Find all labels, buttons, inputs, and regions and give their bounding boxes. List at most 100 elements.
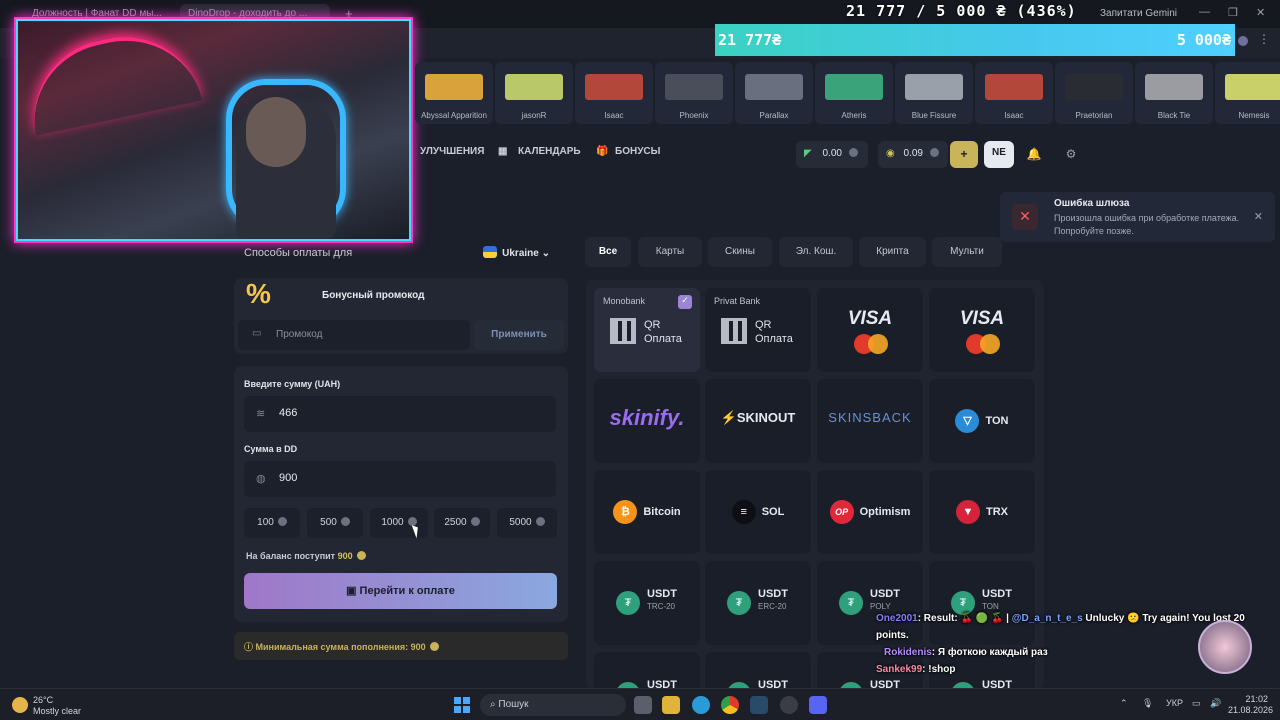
method-usdt-more[interactable]: ₮USDT	[705, 652, 811, 690]
visa-logo: VISA	[959, 308, 1005, 329]
bell-icon[interactable]: 🔔	[1020, 141, 1048, 168]
method-usdt-erc20[interactable]: ₮ USDT ERC-20	[705, 561, 811, 645]
method-ton[interactable]: ▽ TON	[929, 379, 1035, 463]
profile-button[interactable]: NE	[984, 141, 1014, 168]
menu-icon[interactable]: ⋮	[1258, 32, 1270, 46]
filter-tab-multi[interactable]: Мульти	[932, 237, 1002, 267]
bolt-icon: ⚡	[720, 410, 737, 425]
drop-skin-card[interactable]: jasonR	[495, 62, 573, 124]
task-view-icon[interactable]	[634, 696, 652, 714]
apply-promo-button[interactable]: Применить	[474, 320, 564, 350]
taskbar-clock[interactable]: 21:02 21.08.2026	[1228, 694, 1273, 716]
taskbar-search[interactable]: ⌕ Пошук	[480, 694, 626, 716]
gift-icon[interactable]: 🎁	[596, 146, 608, 157]
calendar-icon[interactable]: ▦	[498, 146, 507, 157]
error-icon: ✕	[1012, 204, 1038, 230]
minimize-icon[interactable]: —	[1199, 6, 1210, 18]
close-icon[interactable]: ✕	[1256, 6, 1265, 19]
amount-input[interactable]: ≋ 466	[244, 396, 556, 432]
wallet-icon: ▣	[346, 585, 357, 597]
method-usdt-more[interactable]: ₮USDT	[594, 652, 700, 690]
balance-bonus[interactable]: ◉ 0.09	[878, 141, 948, 168]
skin-name: Isaac	[1004, 111, 1024, 120]
weapon-skin-image	[505, 74, 563, 100]
nav-bonuses[interactable]: БОНУСЫ	[615, 146, 660, 157]
coin-icon	[535, 517, 545, 526]
method-usdt-trc20[interactable]: ₮ USDT TRC-20	[594, 561, 700, 645]
drop-skin-card[interactable]: Abyssal Apparition	[415, 62, 493, 124]
skin-name: jasonR	[521, 111, 547, 120]
steam-icon[interactable]	[750, 696, 768, 714]
skin-name: Isaac	[604, 111, 624, 120]
volume-icon[interactable]: 🔊	[1210, 698, 1221, 709]
pay-button[interactable]: ▣ Перейти к оплате	[244, 573, 557, 609]
skin-name: Parallax	[759, 111, 789, 120]
filter-tab-ewallets[interactable]: Эл. Кош.	[779, 237, 853, 267]
method-visa-mastercard[interactable]: VISA	[817, 288, 923, 372]
country-select[interactable]: Ukraine ⌄	[483, 246, 550, 259]
donation-progress-bar: 21 777₴ 5 000₴	[715, 24, 1235, 56]
drop-skin-card[interactable]: Atheris	[815, 62, 893, 124]
coin-icon: ◤	[804, 148, 812, 159]
add-balance-button[interactable]: +	[950, 141, 978, 168]
search-icon: ⌕	[490, 699, 496, 710]
profile-avatar[interactable]	[1238, 36, 1248, 46]
filter-tab-crypto[interactable]: Крипта	[859, 237, 926, 267]
drop-skin-card[interactable]: Blue Fissure	[895, 62, 973, 124]
drop-skin-card[interactable]: Isaac	[575, 62, 653, 124]
nav-upgrades[interactable]: УЛУЧШЕНИЯ	[420, 146, 484, 157]
filter-tab-all[interactable]: Все	[585, 237, 631, 267]
promo-input[interactable]: ▭ Промокод	[238, 320, 470, 350]
preset-chip[interactable]: 2500	[434, 508, 490, 538]
preset-chip[interactable]: 500	[307, 508, 363, 538]
filter-tab-skins[interactable]: Скины	[708, 237, 772, 267]
filter-tab-cards[interactable]: Карты	[638, 237, 702, 267]
method-skinout[interactable]: ⚡SKINOUT	[705, 379, 811, 463]
error-toast: ✕ Ошибка шлюза Произошла ошибка при обра…	[1000, 192, 1275, 242]
method-sol[interactable]: ≡ SOL	[705, 470, 811, 554]
drop-skin-card[interactable]: Phoenix	[655, 62, 733, 124]
method-trx[interactable]: ▼ TRX	[929, 470, 1035, 554]
skin-name: Atheris	[841, 111, 867, 120]
balance-coins[interactable]: ◤ 0.00	[796, 141, 868, 168]
language-indicator[interactable]: УКР	[1166, 698, 1183, 708]
toast-close-icon[interactable]: ✕	[1254, 210, 1263, 223]
donation-collected: 21 777₴	[718, 31, 782, 49]
drop-skin-card[interactable]: Parallax	[735, 62, 813, 124]
drop-skin-card[interactable]: Nemesis	[1215, 62, 1280, 124]
preset-chip[interactable]: 100	[244, 508, 300, 538]
gemini-button[interactable]: Запитати Gemini	[1100, 8, 1177, 19]
drop-skin-card[interactable]: Isaac	[975, 62, 1053, 124]
donation-goal-text: 21 777 / 5 000 ₴ (436%)	[846, 2, 1077, 20]
microphone-icon[interactable]: 🎙	[1142, 698, 1153, 709]
gear-icon[interactable]: ⚙	[1057, 141, 1085, 168]
money-icon: ≋	[256, 408, 266, 420]
obs-icon[interactable]	[780, 696, 798, 714]
method-skinify[interactable]: skinify.	[594, 379, 700, 463]
method-monobank[interactable]: Monobank ✓ QR Оплата	[594, 288, 700, 372]
method-privatbank[interactable]: Privat Bank QR Оплата	[705, 288, 811, 372]
telegram-icon[interactable]	[692, 696, 710, 714]
percent-icon: %	[246, 278, 271, 309]
method-skinsback[interactable]: SKINSBACK	[817, 379, 923, 463]
drop-skin-card[interactable]: Praetorian	[1055, 62, 1133, 124]
folder-icon[interactable]	[662, 696, 680, 714]
weapon-skin-image	[585, 74, 643, 100]
method-optimism[interactable]: OP Optimism	[817, 470, 923, 554]
chrome-icon[interactable]	[721, 696, 739, 714]
method-visa-mastercard-2[interactable]: VISA	[929, 288, 1035, 372]
visa-logo: VISA	[847, 308, 893, 329]
chevron-up-icon[interactable]: ⌃	[1120, 698, 1128, 709]
maximize-icon[interactable]: ❐	[1228, 6, 1238, 19]
nav-calendar[interactable]: КАЛЕНДАРЬ	[518, 146, 581, 157]
token-icon: ◉	[886, 148, 895, 159]
method-bitcoin[interactable]: ₿ Bitcoin	[594, 470, 700, 554]
preset-chip[interactable]: 5000	[497, 508, 557, 538]
coin-icon	[356, 551, 366, 560]
discord-icon[interactable]	[809, 696, 827, 714]
network-icon[interactable]: ▭	[1192, 698, 1201, 709]
drop-skin-card[interactable]: Black Tie	[1135, 62, 1213, 124]
coin-icon	[848, 148, 858, 157]
windows-start-icon[interactable]	[454, 697, 470, 713]
dd-amount-input[interactable]: ◍ 900	[244, 461, 556, 497]
